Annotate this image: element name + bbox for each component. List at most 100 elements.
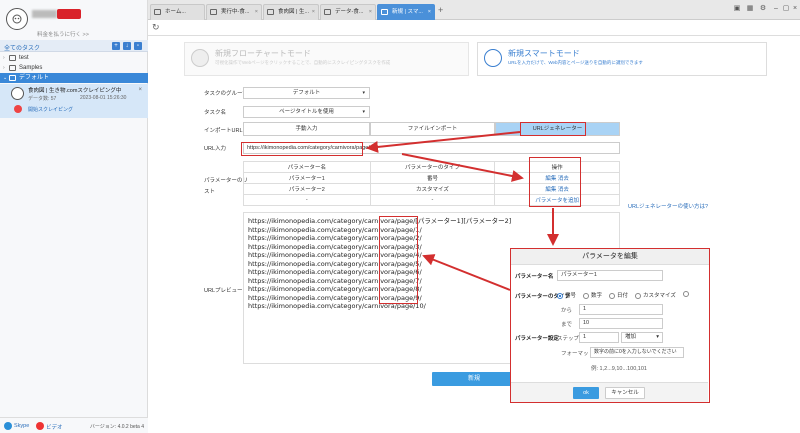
close-icon[interactable]: × [369,5,372,19]
settings-icon[interactable]: ⚙ [759,5,767,13]
example-text: 例: 1,2...9,10...100,101 [591,366,647,372]
type-radio-extra[interactable] [683,291,691,297]
close-icon[interactable]: × [428,5,431,19]
window-close-icon[interactable]: × [791,5,799,13]
page-icon [381,9,388,15]
param-list-label-2: スト [204,189,216,195]
tab-new-smart[interactable]: 新規 | スマ... × [377,4,435,20]
video-link[interactable]: ビデオ [46,423,63,431]
from-input[interactable]: 1 [579,304,663,315]
tab-home[interactable]: ホーム... [150,4,205,20]
smart-mode-desc: URLを入力だけで、Web内容とページ送りを自動的に識別できます [508,60,643,65]
flowchart-mode-card[interactable]: 新規フローチャートモード 可視化操作でWebページをクリックすることで、自動的に… [184,42,469,76]
grid-icon[interactable]: ▦ [746,5,754,13]
step-input[interactable]: 1 [579,332,619,343]
folder-default[interactable]: ⌄ デフォルト [0,73,148,83]
param-name-cell: パラメーター1 [243,172,371,184]
close-icon[interactable]: × [255,5,258,19]
tab-task[interactable]: 食肉図 | 生... × [263,4,319,20]
param-type-cell: 番号 [369,172,496,184]
param-type-cell: - [369,194,496,206]
manual-input-button[interactable]: 手動入力 [243,122,370,136]
import-url-label: インポートURL [204,128,243,134]
maximize-icon[interactable]: ▢ [782,5,790,13]
task-name-label: タスク名 [204,110,227,116]
tab-running[interactable]: 実行中-食... × [206,4,262,20]
tab-label: ホーム... [165,9,186,15]
task-name-select-value: ページタイトルを使用 [279,109,334,115]
task-name: 食肉図 | 生き物.comスクレイピング中 [28,88,122,94]
format-select[interactable]: 数字の前に0を入力しないでください [590,347,684,358]
chevron-down-icon: ▾ [656,334,659,340]
task-date: 2023-08-01 15:26:30 [80,95,127,101]
radio-label: 番号 [565,293,577,299]
param-type-cell: カスタマイズ [369,183,496,195]
close-icon[interactable]: × [138,87,142,93]
tasks-header: 全てのタスク + ↓ ▫ [0,40,148,52]
minimize-icon[interactable]: – [772,5,780,13]
type-radio-date[interactable]: 日付 [609,291,628,299]
new-folder-icon[interactable]: ▫ [134,42,142,50]
ok-button[interactable]: ok [573,387,599,399]
version-text: バージョン: 4.0.2 beta 4 [89,424,144,430]
flowchart-icon [191,49,209,67]
type-radio-digit[interactable]: 数字 [583,291,602,299]
step-label: ステップ [557,336,580,342]
chevron-down-icon: ⌄ [3,75,8,81]
folder-samples[interactable]: › Samples [0,63,148,73]
param-name-label: パラメーター名 [515,274,554,280]
tab-data[interactable]: データ-食... × [320,4,376,20]
skype-link[interactable]: Skype [14,423,29,429]
task-count: データ数: 57 [28,96,57,102]
task-name-select[interactable]: ページタイトルを使用 ▾ [243,106,370,118]
chevron-right-icon: › [3,65,5,71]
table-header: パラメーター名 [243,161,371,173]
to-input[interactable]: 10 [579,318,663,329]
smart-mode-title: 新規スマートモード [508,49,580,58]
group-select-value: デフォルト [292,90,321,96]
payment-link[interactable]: 料金を払うに行く >> [37,30,89,38]
type-radio-custom[interactable]: カスタマイズ [635,291,676,299]
import-task-icon[interactable]: ↓ [123,42,131,50]
file-import-button[interactable]: ファイルインポート [370,122,495,136]
page-icon [267,9,274,15]
close-icon[interactable]: × [312,5,315,19]
folder-icon [9,65,16,71]
new-tab-icon[interactable]: + [438,5,443,15]
edit-param-dialog: パラメータを編集 パラメーター名 パラメーター1 パラメーターのタイプ 番号 数… [510,248,710,403]
robot-icon [11,87,24,100]
dialog-footer: ok キャンセル [511,382,708,402]
home-icon [154,9,161,15]
folder-icon [9,55,16,61]
folder-icon [9,75,16,81]
group-label: タスクのグループ [204,91,248,97]
gift-icon[interactable]: ▣ [733,5,741,13]
annotation-box-generator [520,122,586,136]
add-task-icon[interactable]: + [112,42,120,50]
refresh-icon[interactable]: ↻ [152,22,160,33]
task-item[interactable]: 食肉図 | 生き物.comスクレイピング中 データ数: 57 2023-08-0… [0,84,148,118]
flowchart-mode-title: 新規フローチャートモード [215,49,311,58]
param-name-input[interactable]: パラメーター1 [557,270,663,281]
skype-icon[interactable] [4,422,12,430]
help-link[interactable]: URLジェネレーターの使い方は? [628,202,708,210]
order-select[interactable]: 増加 ▾ [621,332,663,343]
create-button[interactable]: 新規 [432,372,516,386]
table-header: パラメーターのタイプ [369,161,496,173]
group-select[interactable]: デフォルト ▾ [243,87,370,99]
page-icon [210,9,217,15]
type-radio-number[interactable]: 番号 [557,291,576,299]
task-status[interactable]: 開始スクレイピング [28,106,73,113]
folder-label: test [19,55,29,61]
smart-mode-card[interactable]: 新規スマートモード URLを入力だけで、Web内容とページ送りを自動的に識別でき… [477,42,767,76]
account-badge[interactable] [57,9,81,19]
running-status-icon [14,105,22,113]
toolbar: ↻ [148,20,800,36]
to-label: まで [561,322,573,328]
cancel-button[interactable]: キャンセル [605,387,645,399]
preview-line: https://ikimonopedia.com/category/carniv… [248,217,512,225]
video-icon[interactable] [36,422,44,430]
radio-label: 日付 [617,293,629,299]
tasks-header-title[interactable]: 全てのタスク [4,43,40,52]
folder-test[interactable]: › test [0,53,148,63]
